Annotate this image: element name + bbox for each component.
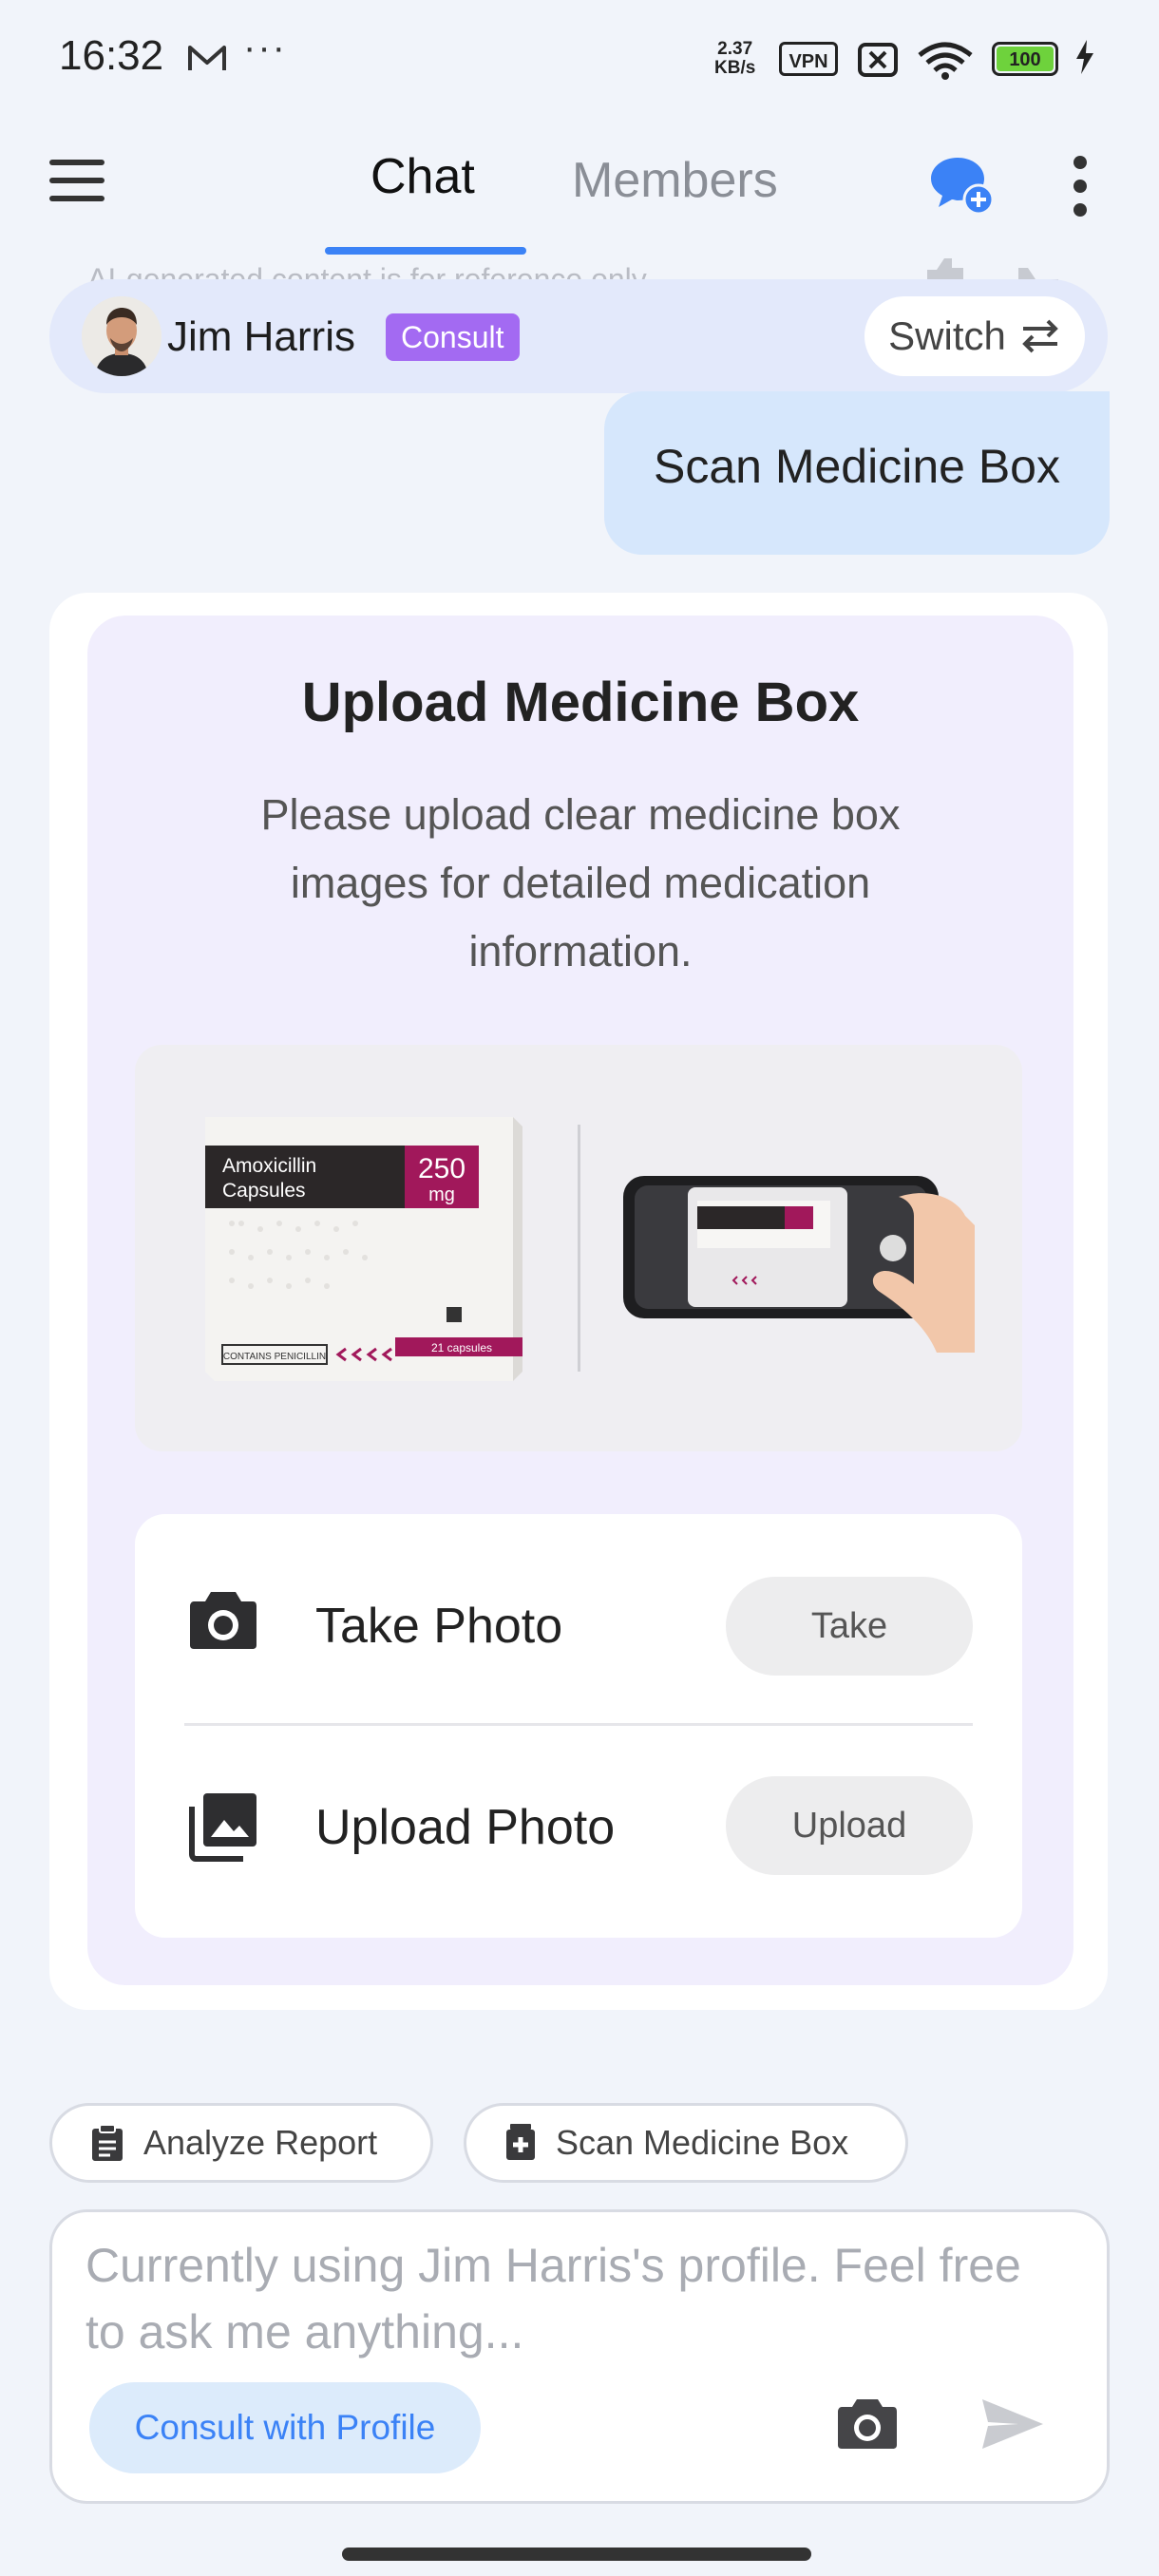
- card-description: Please upload clear medicine box images …: [260, 790, 901, 975]
- take-photo-button[interactable]: Take: [726, 1577, 973, 1676]
- status-time: 16:32: [59, 32, 164, 79]
- home-indicator: [342, 2548, 811, 2561]
- message-input-placeholder[interactable]: Currently using Jim Harris's profile. Fe…: [86, 2232, 1036, 2365]
- box-unit: mg: [428, 1184, 455, 1205]
- card-title: Upload Medicine Box: [301, 672, 860, 733]
- vpn-badge: VPN: [779, 42, 838, 76]
- switch-label: Switch: [888, 313, 1006, 358]
- phone-scan-image: [623, 1159, 975, 1353]
- take-photo-label: Take Photo: [315, 1599, 563, 1654]
- active-tab-indicator: [325, 247, 526, 255]
- more-vertical-icon[interactable]: [1074, 156, 1089, 227]
- box-footer-right: 21 capsules: [431, 1341, 492, 1354]
- scan-medicine-box-label: Scan Medicine Box: [556, 2123, 849, 2162]
- actions-divider: [184, 1723, 973, 1726]
- box-footer-left: CONTAINS PENICILLIN: [223, 1352, 326, 1362]
- battery-icon: 100: [992, 42, 1058, 76]
- upload-photo-button[interactable]: Upload: [726, 1776, 973, 1875]
- speed-unit: KB/s: [714, 58, 756, 78]
- status-more-dots: ···: [243, 27, 287, 68]
- analyze-report-label: Analyze Report: [143, 2123, 378, 2162]
- box-dose: 250: [418, 1153, 466, 1184]
- analyze-report-chip[interactable]: Analyze Report: [49, 2103, 433, 2183]
- send-icon[interactable]: [980, 2397, 1045, 2455]
- wifi-icon: [916, 40, 975, 85]
- preview-divider: [578, 1125, 580, 1372]
- speed-value: 2.37: [717, 39, 753, 59]
- network-speed: 2.37 KB/s: [714, 40, 755, 78]
- profile-name: Jim Harris: [167, 313, 355, 360]
- scan-medicine-box-chip[interactable]: Scan Medicine Box: [464, 2103, 908, 2183]
- battery-level: 100: [997, 47, 1054, 71]
- tab-members[interactable]: Members: [572, 152, 778, 209]
- medical-box-icon: [506, 2124, 535, 2160]
- clipboard-icon: [92, 2124, 123, 2161]
- no-sim-icon: [857, 42, 899, 83]
- consult-badge: Consult: [386, 313, 520, 361]
- camera-icon[interactable]: [836, 2396, 899, 2455]
- charging-icon: [1074, 38, 1096, 81]
- mail-icon: [186, 42, 228, 79]
- camera-icon: [188, 1588, 258, 1656]
- user-message-bubble: Scan Medicine Box: [604, 391, 1110, 555]
- menu-icon[interactable]: [49, 160, 104, 201]
- avatar: [82, 296, 162, 376]
- consult-with-profile-button[interactable]: Consult with Profile: [89, 2382, 481, 2473]
- box-name-line2: Capsules: [222, 1180, 306, 1202]
- tab-chat[interactable]: Chat: [370, 148, 475, 205]
- box-name-line1: Amoxicillin: [222, 1155, 316, 1177]
- medicine-box-image: Amoxicillin Capsules 250 mg CONTAINS PEN…: [203, 1117, 522, 1381]
- chat-add-icon[interactable]: [927, 152, 996, 221]
- swap-icon: [1022, 319, 1058, 353]
- upload-photo-label: Upload Photo: [315, 1800, 616, 1855]
- gallery-icon: [188, 1791, 258, 1866]
- switch-profile-button[interactable]: Switch: [864, 296, 1085, 376]
